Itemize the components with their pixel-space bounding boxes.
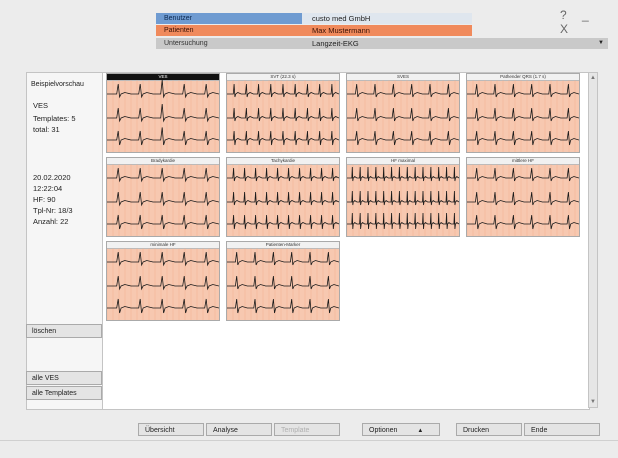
options-label: Optionen [369,427,398,434]
total-count: total: 31 [33,125,60,134]
event-date: 20.02.2020 [33,173,71,182]
exam-label: Untersuchung [156,38,302,49]
ecg-lead-trace [107,167,219,183]
event-hf: HF: 90 [33,195,56,204]
user-row: Benutzer custo med GmbH [156,13,618,24]
exam-row: Untersuchung Langzeit-EKG ▼ [156,38,618,49]
delete-button[interactable]: löschen [26,324,102,338]
vertical-scrollbar[interactable]: ▲ ▼ [588,72,598,408]
ecg-lead-trace [107,251,219,267]
event-count: Anzahl: 22 [33,217,69,226]
user-value[interactable]: custo med GmbH [302,13,472,24]
options-button[interactable]: Optionen ▲ [362,423,440,436]
user-label: Benutzer [156,13,302,24]
ecg-thumbnail-grid: VES SVT (22.3 s) SVES Pathender QRS (1.7 s)… [102,72,590,410]
scroll-up-icon[interactable]: ▲ [589,74,597,82]
ecg-lead-trace [107,298,219,314]
ecg-lead-trace [227,214,339,230]
patient-value[interactable]: Max Mustermann [302,25,472,36]
preview-info-panel: Beispielvorschau VES Templates: 5 total:… [26,72,104,410]
ecg-lead-trace [347,130,459,146]
ecg-trace [107,80,219,152]
status-divider [0,440,618,441]
ecg-thumbnail[interactable]: minimale HF [106,241,220,321]
ecg-thumbnail[interactable]: SVES [346,73,460,153]
ecg-lead-trace [107,127,219,146]
ecg-lead-trace [227,251,339,266]
ecg-lead-trace [347,190,459,206]
ecg-thumbnail[interactable]: Bradykardie [106,157,220,237]
overview-button[interactable]: Übersicht [138,423,204,436]
ecg-lead-trace [227,130,339,146]
ecg-thumbnail[interactable]: Patienten-Marker [226,241,340,321]
ecg-lead-trace [347,83,459,98]
event-time: 12:22:04 [33,184,63,193]
ecg-lead-trace [347,212,459,230]
all-ves-button[interactable]: alle VES [26,371,102,385]
patient-label: Patienten [156,25,302,36]
panel-title: Beispielvorschau [31,81,84,88]
exam-value: Langzeit-EKG [312,39,359,48]
ecg-thumbnail[interactable]: mittlere HF [466,157,580,237]
ecg-trace [227,80,339,152]
ecg-lead-trace [107,80,219,99]
ecg-lead-trace [347,107,459,122]
ecg-lead-trace [107,103,219,123]
ecg-lead-trace [227,275,339,290]
ecg-lead-trace [347,166,459,182]
ecg-lead-trace [107,191,219,207]
ecg-lead-trace [467,107,579,122]
event-details: 20.02.2020 12:22:04 HF: 90 Tpl-Nr: 18/3 … [33,172,73,227]
ecg-thumbnail[interactable]: VES [106,73,220,153]
ecg-lead-trace [107,214,219,230]
ecg-trace [227,164,339,236]
analysis-button[interactable]: Analyse [206,423,272,436]
ecg-trace [107,248,219,320]
ecg-trace [107,164,219,236]
ecg-trace [467,80,579,152]
ecg-trace [467,164,579,236]
ecg-lead-trace [467,167,579,182]
options-up-icon: ▲ [417,428,424,434]
app-window: ? _ X Benutzer custo med GmbH Patienten … [0,0,618,458]
ecg-lead-trace [227,298,339,314]
scroll-down-icon[interactable]: ▼ [589,398,597,406]
ecg-lead-trace [227,83,339,98]
ecg-lead-trace [227,107,339,122]
ecg-thumbnail[interactable]: Tachykardie [226,157,340,237]
print-button[interactable]: Drucken [456,423,522,436]
ecg-lead-trace [107,275,219,291]
dropdown-arrow-icon[interactable]: ▼ [598,38,604,49]
template-button[interactable]: Template [274,423,340,436]
ecg-lead-trace [227,167,339,182]
end-button[interactable]: Ende [524,423,600,436]
ecg-lead-trace [467,83,579,98]
exam-select[interactable]: Langzeit-EKG ▼ [302,38,608,49]
patient-row: Patienten Max Mustermann [156,25,618,36]
all-templates-button[interactable]: alle Templates [26,386,102,400]
ecg-lead-trace [467,214,579,230]
ecg-trace [227,248,339,320]
ecg-thumbnail[interactable]: SVT (22.3 s) [226,73,340,153]
ecg-lead-trace [227,191,339,206]
ecg-trace [347,164,459,236]
ecg-lead-trace [467,191,579,206]
ecg-lead-trace [467,130,579,146]
ecg-trace [347,80,459,152]
ecg-thumbnail[interactable]: HF maximal [346,157,460,237]
event-template-nr: Tpl-Nr: 18/3 [33,206,73,215]
event-type: VES [33,101,49,110]
template-count: Templates: 5 [33,114,76,123]
ecg-thumbnail[interactable]: Pathender QRS (1.7 s) [466,73,580,153]
